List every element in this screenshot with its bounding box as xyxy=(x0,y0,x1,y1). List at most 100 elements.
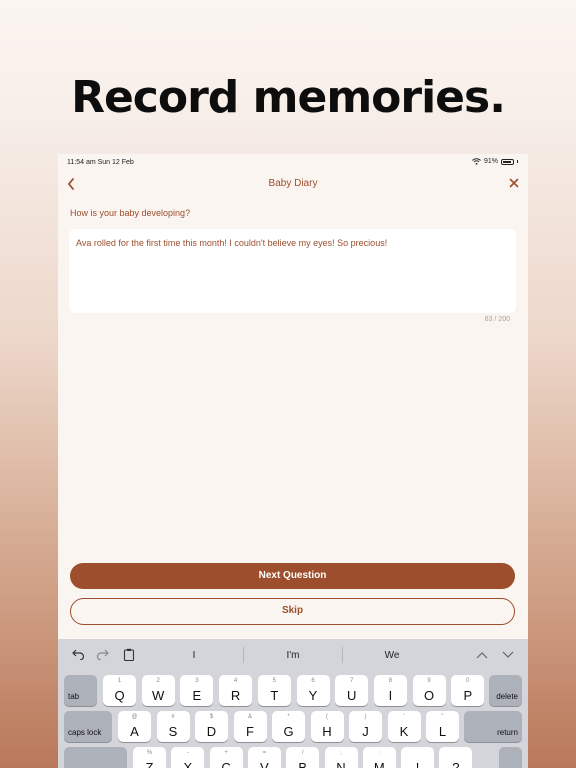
key-letter: F xyxy=(246,724,254,739)
key-letter: J xyxy=(362,724,369,739)
key-u[interactable]: 7U xyxy=(335,675,369,706)
key-hint: ) xyxy=(364,714,367,720)
answer-textarea[interactable]: Ava rolled for the first time this month… xyxy=(69,229,516,313)
key-m[interactable]: :M xyxy=(362,747,396,768)
suggestion-bar: I I'm We xyxy=(58,639,528,671)
key-j[interactable]: ) J xyxy=(349,711,382,742)
key-letter: N xyxy=(336,760,346,768)
key-letter: A xyxy=(130,724,139,739)
key-l[interactable]: " L xyxy=(426,711,459,742)
key-hint: @ xyxy=(131,714,138,720)
battery-percent: 91% xyxy=(483,158,498,165)
undo-icon[interactable] xyxy=(71,648,85,662)
key-letter: Q xyxy=(114,688,125,703)
key-letter: L xyxy=(438,724,447,739)
clipboard-icon[interactable] xyxy=(122,648,136,662)
key-o[interactable]: 9O xyxy=(412,675,446,706)
key-letter: O xyxy=(424,688,435,703)
key-y[interactable]: 6Y xyxy=(296,675,330,706)
tab-key[interactable]: tab xyxy=(64,675,97,706)
key-exclamation[interactable]: ! xyxy=(401,747,435,768)
key-w[interactable]: 2W xyxy=(141,675,175,706)
key-x[interactable]: -X xyxy=(171,747,205,768)
key-letter: E xyxy=(192,688,202,703)
key-e[interactable]: 3E xyxy=(180,675,214,706)
suggestion-2[interactable]: I'm xyxy=(244,650,342,661)
key-letter: G xyxy=(283,724,294,739)
key-f[interactable]: & F xyxy=(233,711,267,742)
battery-icon xyxy=(501,158,514,165)
key-letter: P xyxy=(463,688,473,703)
key-hint: 6 xyxy=(311,678,315,684)
key-letter: Y xyxy=(308,688,318,703)
status-indicators: 91% xyxy=(472,158,518,165)
key-q[interactable]: 1Q xyxy=(103,675,136,706)
key-hint: # xyxy=(171,714,175,720)
key-v[interactable]: = V xyxy=(247,747,281,768)
key-letter: ! xyxy=(415,760,420,768)
key-t[interactable]: 5T xyxy=(257,675,291,706)
key-hint: 5 xyxy=(272,678,276,684)
key-hint: 0 xyxy=(466,678,470,684)
delete-key[interactable]: delete xyxy=(489,675,522,706)
key-k[interactable]: ' K xyxy=(387,711,421,742)
suggestion-3[interactable]: We xyxy=(343,650,441,661)
key-hint: + xyxy=(224,750,228,756)
key-p[interactable]: 0P xyxy=(451,675,485,706)
shift-key-left[interactable] xyxy=(64,747,127,768)
key-letter: H xyxy=(322,724,332,739)
redo-icon[interactable] xyxy=(95,648,109,662)
key-letter: I xyxy=(388,688,393,703)
key-i[interactable]: 8I xyxy=(373,675,407,706)
key-hint: 8 xyxy=(388,678,393,684)
shift-key-right[interactable] xyxy=(499,747,522,768)
caps-lock-key[interactable]: caps lock xyxy=(64,711,112,742)
key-letter: T xyxy=(270,688,279,703)
key-h[interactable]: (H xyxy=(310,711,344,742)
key-r[interactable]: 4R xyxy=(219,675,253,706)
key-hint: 7 xyxy=(350,678,354,684)
key-hint: : xyxy=(378,750,381,756)
key-hint: ' xyxy=(403,714,405,720)
key-hint: 9 xyxy=(427,678,431,684)
key-letter: V xyxy=(260,760,269,768)
key-letter: W xyxy=(152,688,165,703)
close-button[interactable] xyxy=(506,175,522,191)
key-d[interactable]: $ D xyxy=(195,711,228,742)
key-hint: = xyxy=(262,750,267,756)
device-screen: 11:54 am Sun 12 Feb 91% Baby Diary How i… xyxy=(58,154,528,768)
key-hint: / xyxy=(301,750,304,756)
key-c[interactable]: + C xyxy=(209,747,243,768)
status-time: 11:54 am Sun 12 Feb xyxy=(67,159,134,166)
key-letter: U xyxy=(346,688,357,703)
char-count: 83 / 200 xyxy=(484,316,510,323)
key-question[interactable]: ? xyxy=(439,747,473,768)
chevron-down-icon[interactable] xyxy=(501,648,515,662)
question-label: How is your baby developing? xyxy=(70,208,191,218)
key-hint: & xyxy=(247,714,252,720)
battery-tip xyxy=(517,160,518,163)
key-hint: % xyxy=(146,750,153,756)
chevron-up-icon[interactable] xyxy=(475,648,489,662)
key-letter: M xyxy=(373,760,385,768)
key-letter: B xyxy=(298,760,308,768)
wifi-icon xyxy=(472,158,481,165)
key-hint: ; xyxy=(340,750,342,756)
key-b[interactable]: / B xyxy=(286,747,320,768)
key-hint: 1 xyxy=(117,678,122,684)
key-letter: C xyxy=(221,760,231,768)
key-z[interactable]: % Z xyxy=(133,747,166,768)
headline: Record memories. xyxy=(71,72,506,123)
skip-button[interactable]: Skip xyxy=(70,598,515,625)
key-s[interactable]: # S xyxy=(156,711,190,742)
suggestion-1[interactable]: I xyxy=(145,650,243,661)
key-hint: * xyxy=(287,714,290,720)
key-a[interactable]: @ A xyxy=(118,711,151,742)
key-letter: S xyxy=(168,724,178,739)
next-question-button[interactable]: Next Question xyxy=(70,563,515,589)
key-g[interactable]: * G xyxy=(272,711,305,742)
key-n[interactable]: ; N xyxy=(324,747,358,768)
key-letter: D xyxy=(206,724,217,739)
key-hint: 2 xyxy=(156,678,160,684)
return-key[interactable]: return xyxy=(464,711,522,742)
